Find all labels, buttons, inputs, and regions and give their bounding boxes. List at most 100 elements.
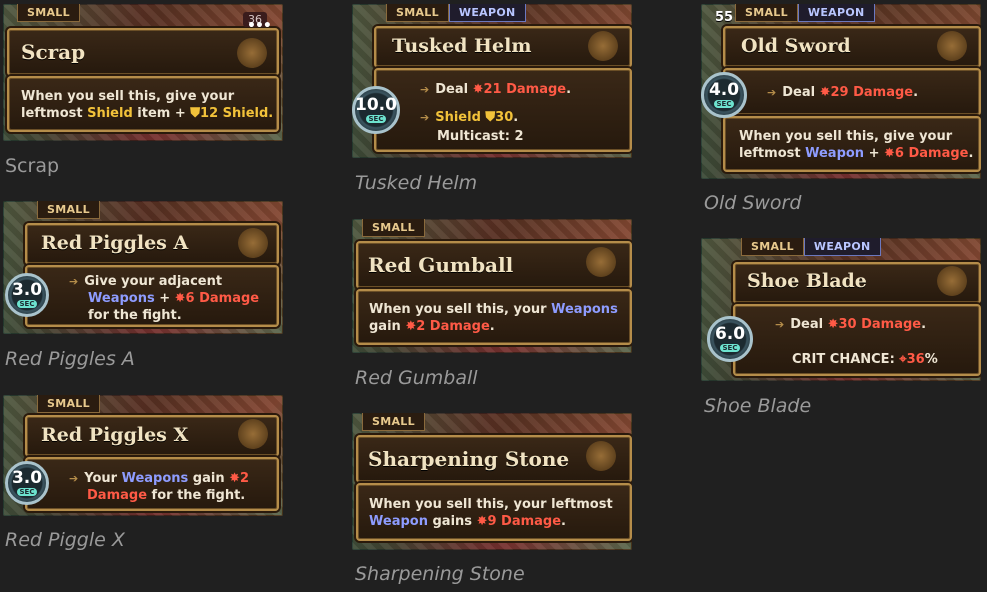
- keyword-weapon: Weapon: [805, 146, 865, 161]
- desc-line: ➔ Give your adjacent: [69, 273, 259, 290]
- cooldown-badge: 3.0 SEC: [5, 461, 49, 505]
- keyword-damage: Damage: [87, 488, 148, 503]
- desc-line: Weapon gains ✸9 Damage.: [369, 513, 613, 530]
- cooldown-unit: SEC: [16, 488, 38, 496]
- damage-value: ✸6 Damage: [884, 146, 969, 161]
- desc-text: gains: [427, 514, 477, 529]
- item-caption: Shoe Blade: [704, 395, 812, 417]
- shield-value: ⛊30: [485, 110, 514, 125]
- cooldown-value: 3.0: [11, 280, 43, 300]
- item-card-red-piggles-x[interactable]: SMALL Red Piggles X 3.0 SEC ➔ Your Weapon…: [3, 395, 283, 516]
- bullet-arrow-icon: ➔: [69, 275, 79, 288]
- keyword-weapon: Weapons: [551, 302, 618, 317]
- desc-line: ➔ Your Weapons gain ✸2: [69, 470, 249, 487]
- item-card-red-gumball[interactable]: SMALL Red Gumball When you sell this, yo…: [352, 219, 632, 353]
- desc-text: +: [154, 291, 175, 306]
- desc-text: Give your adjacent: [84, 274, 223, 289]
- bullet-arrow-icon: ➔: [69, 472, 79, 485]
- item-title: Sharpening Stone: [368, 447, 570, 471]
- item-emblem-icon: [237, 38, 267, 68]
- desc-text: gain: [369, 319, 406, 334]
- desc-line: leftmost Weapon + ✸6 Damage.: [739, 145, 973, 162]
- cooldown-unit: SEC: [16, 300, 38, 308]
- item-card-red-piggles-a[interactable]: SMALL Red Piggles A 3.0 SEC ➔ Give your a…: [3, 201, 283, 334]
- item-caption: Red Piggle X: [5, 529, 125, 551]
- item-caption: Red Piggles A: [5, 348, 135, 370]
- item-caption: Sharpening Stone: [355, 563, 525, 585]
- keyword-shield: Shield: [87, 106, 133, 121]
- item-title: Red Piggles A: [41, 232, 189, 254]
- item-title: Red Piggles X: [41, 424, 189, 446]
- item-emblem-icon: [586, 441, 616, 471]
- item-emblem-icon: [238, 419, 268, 449]
- item-title: Old Sword: [741, 35, 851, 57]
- item-caption: Tusked Helm: [355, 172, 478, 194]
- cooldown-unit: SEC: [713, 100, 735, 108]
- desc-text: Deal: [435, 82, 473, 97]
- desc-line: When you sell this, your leftmost: [369, 497, 613, 512]
- cooldown-unit: SEC: [365, 115, 387, 123]
- item-description: When you sell this, your Weapons gain ✸2…: [369, 301, 618, 335]
- desc-text: .: [968, 146, 974, 161]
- desc-text: Deal: [782, 85, 820, 100]
- item-effect: ➔ Deal ✸29 Damage.: [767, 84, 918, 101]
- desc-text: CRIT CHANCE:: [792, 352, 900, 367]
- desc-text: .: [561, 514, 566, 529]
- damage-value: ✸29 Damage: [819, 85, 914, 100]
- cooldown-badge: 4.0 SEC: [701, 72, 747, 118]
- cooldown-value: 10.0: [355, 95, 397, 115]
- item-emblem-icon: [588, 31, 618, 61]
- keyword-weapon: Weapons: [121, 471, 189, 486]
- desc-line: gain ✸2 Damage.: [369, 318, 618, 335]
- tag-weapon: WEAPON: [797, 4, 875, 22]
- tag-weapon: WEAPON: [803, 238, 881, 256]
- item-card-sharpening-stone[interactable]: SMALL Sharpening Stone When you sell thi…: [352, 413, 632, 550]
- tag-small: SMALL: [741, 238, 804, 256]
- desc-text: Deal: [790, 317, 828, 332]
- desc-text: gain: [188, 471, 230, 486]
- item-caption: Red Gumball: [355, 367, 478, 389]
- desc-text: Your: [84, 471, 122, 486]
- item-card-shoe-blade[interactable]: SMALL WEAPON Shoe Blade 6.0 SEC ➔ Deal ✸3…: [701, 238, 981, 381]
- item-emblem-icon: [937, 266, 967, 296]
- item-title: Red Gumball: [368, 253, 514, 277]
- tag-small: SMALL: [362, 413, 425, 431]
- level-badge: 55: [715, 10, 734, 25]
- desc-text: %: [924, 352, 938, 367]
- desc-text: When you sell this, your: [369, 302, 552, 317]
- tag-small: SMALL: [37, 201, 100, 219]
- cooldown-value: 6.0: [714, 324, 746, 344]
- item-card-scrap[interactable]: SMALL 36 ••• Scrap When you sell this, g…: [3, 4, 283, 141]
- tag-small: SMALL: [17, 4, 80, 22]
- item-caption: Scrap: [5, 155, 60, 177]
- bullet-arrow-icon: ➔: [420, 83, 430, 96]
- desc-line: Weapons + ✸6 Damage: [69, 290, 259, 307]
- desc-text: .: [513, 110, 519, 125]
- damage-value: ✸2 Damage: [405, 319, 490, 334]
- tag-weapon: WEAPON: [448, 4, 526, 22]
- desc-text: .: [913, 85, 919, 100]
- tag-small: SMALL: [386, 4, 449, 22]
- keyword-weapon: Weapon: [369, 514, 428, 529]
- cooldown-badge: 3.0 SEC: [5, 273, 49, 317]
- crit-value: ⌖36: [899, 352, 925, 367]
- desc-line: ➔ Shield ⛊30.: [420, 108, 571, 127]
- more-options-icon[interactable]: •••: [247, 18, 272, 34]
- bullet-arrow-icon: ➔: [775, 318, 785, 331]
- item-card-old-sword[interactable]: 55 SMALL WEAPON Old Sword 4.0 SEC ➔ Deal …: [701, 4, 981, 179]
- item-card-tusked-helm[interactable]: SMALL WEAPON Tusked Helm 10.0 SEC ➔ Deal …: [352, 4, 632, 158]
- tag-small: SMALL: [362, 219, 425, 237]
- desc-line: ➔ Deal ✸21 Damage.: [420, 80, 571, 99]
- item-description: When you sell this, give your leftmost W…: [739, 128, 973, 162]
- desc-line: When you sell this, give your: [21, 89, 235, 104]
- damage-value: ✸2: [229, 471, 250, 486]
- tag-small: SMALL: [735, 4, 798, 22]
- item-title: Scrap: [21, 40, 86, 64]
- desc-text: for the fight.: [147, 488, 246, 503]
- desc-line: When you sell this, your Weapons: [369, 301, 618, 318]
- desc-line: for the fight.: [88, 308, 182, 323]
- item-description: ➔ Deal ✸21 Damage. ➔ Shield ⛊30. Multicast…: [420, 80, 571, 146]
- bullet-arrow-icon: ➔: [767, 86, 777, 99]
- desc-line: When you sell this, give your: [739, 129, 953, 144]
- item-emblem-icon: [586, 247, 616, 277]
